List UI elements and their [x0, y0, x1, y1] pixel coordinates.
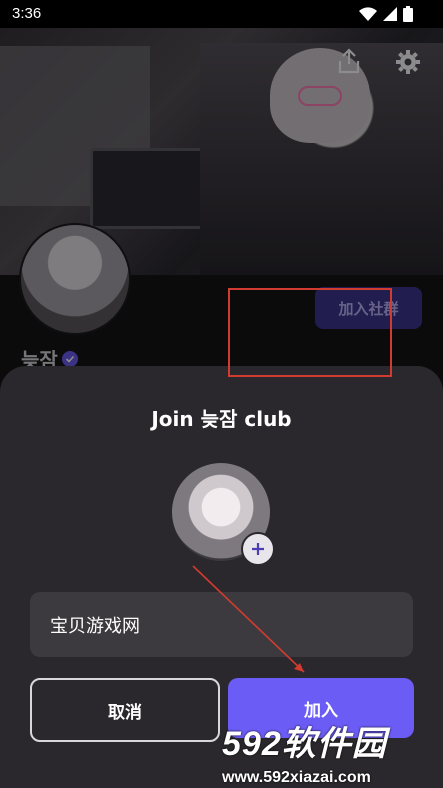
plus-icon [252, 543, 264, 555]
nickname-input[interactable] [30, 592, 413, 657]
site-watermark: 592软件园 www.592xiazai.com [222, 716, 443, 788]
wifi-icon [359, 7, 377, 21]
status-bar: 3:36 [0, 0, 443, 28]
cancel-button[interactable]: 取消 [30, 678, 220, 742]
annotation-highlight-box [228, 288, 392, 377]
watermark-url: www.592xiazai.com [222, 769, 371, 786]
watermark-title: 592软件园 [222, 725, 387, 763]
status-icons [359, 6, 413, 22]
signal-icon [383, 7, 397, 21]
status-time: 3:36 [12, 5, 42, 22]
sheet-title: Join 늦잠 club [151, 407, 292, 431]
add-photo-button[interactable] [241, 532, 275, 566]
battery-icon [403, 6, 413, 22]
